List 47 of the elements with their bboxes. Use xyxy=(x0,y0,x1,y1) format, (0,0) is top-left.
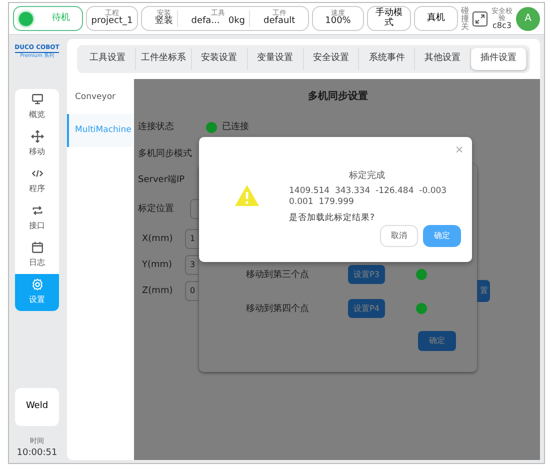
field-label: Server端IP xyxy=(138,174,185,187)
tab[interactable]: 变量设置 xyxy=(248,48,304,70)
modal-question: 是否加载此标定结果? xyxy=(289,212,375,225)
tab[interactable]: 工件坐标系 xyxy=(136,48,192,70)
tab[interactable]: 插件设置 xyxy=(471,48,527,70)
warning-icon xyxy=(234,184,260,207)
sidebar-item[interactable]: 移动 xyxy=(15,126,59,162)
fullscreen-icon[interactable] xyxy=(472,10,488,26)
tab[interactable]: 安装设置 xyxy=(192,48,248,70)
repeat-arrows-icon xyxy=(30,204,44,217)
field-label: 多机同步模式 xyxy=(138,148,192,161)
move-arrows-icon xyxy=(30,130,44,143)
panel-title: 多机同步设置 xyxy=(308,90,368,104)
mode-button[interactable]: 手动模式 xyxy=(367,6,411,31)
field-value: default xyxy=(264,17,296,27)
sidebar-item[interactable]: 日志 xyxy=(15,236,59,274)
modal-title: 标定完成 xyxy=(349,170,385,183)
tab[interactable]: 安全设置 xyxy=(304,48,360,70)
field-label: Z(mm) xyxy=(142,285,173,298)
modal-button[interactable]: 取消 xyxy=(380,225,418,247)
clock-time: 10:00:51 xyxy=(16,446,58,460)
tab[interactable]: 工具设置 xyxy=(80,48,136,70)
connection-status: 已连接 xyxy=(222,121,249,134)
field-value: defa... 0kg xyxy=(191,17,246,27)
field-value: 竖装 xyxy=(154,17,173,27)
calibration-values: 0.001 179.999 xyxy=(289,196,354,209)
safety-checksum: c8c3 xyxy=(492,22,512,30)
field-value: project_1 xyxy=(91,17,133,27)
code-icon xyxy=(30,167,44,180)
sidebar-item[interactable]: 概览 xyxy=(15,88,59,126)
settings-icon xyxy=(30,278,44,291)
mode-button[interactable]: 真机 xyxy=(414,6,458,31)
tab[interactable]: 系统事件 xyxy=(359,48,416,70)
step-label: 移动到第四个点 xyxy=(246,303,309,316)
plugin-button[interactable]: Weld xyxy=(15,388,59,426)
calendar-icon xyxy=(30,241,44,254)
field-value: 100% xyxy=(325,17,351,27)
field-label: 标定位置 xyxy=(138,203,174,216)
monitor-icon xyxy=(30,93,44,106)
sidebar-item[interactable]: 程序 xyxy=(15,162,59,200)
field-label: Y(mm) xyxy=(142,259,172,272)
calibration-values: 1409.514 343.334 -126.484 -0.003 xyxy=(289,185,447,198)
collision-status: 碰撞关 xyxy=(461,6,469,30)
step-label: 移动到第三个点 xyxy=(246,269,309,282)
field-label: X(mm) xyxy=(142,233,173,246)
field-label: 连接状态 xyxy=(138,121,174,134)
sidebar-item[interactable]: 接口 xyxy=(15,200,59,236)
